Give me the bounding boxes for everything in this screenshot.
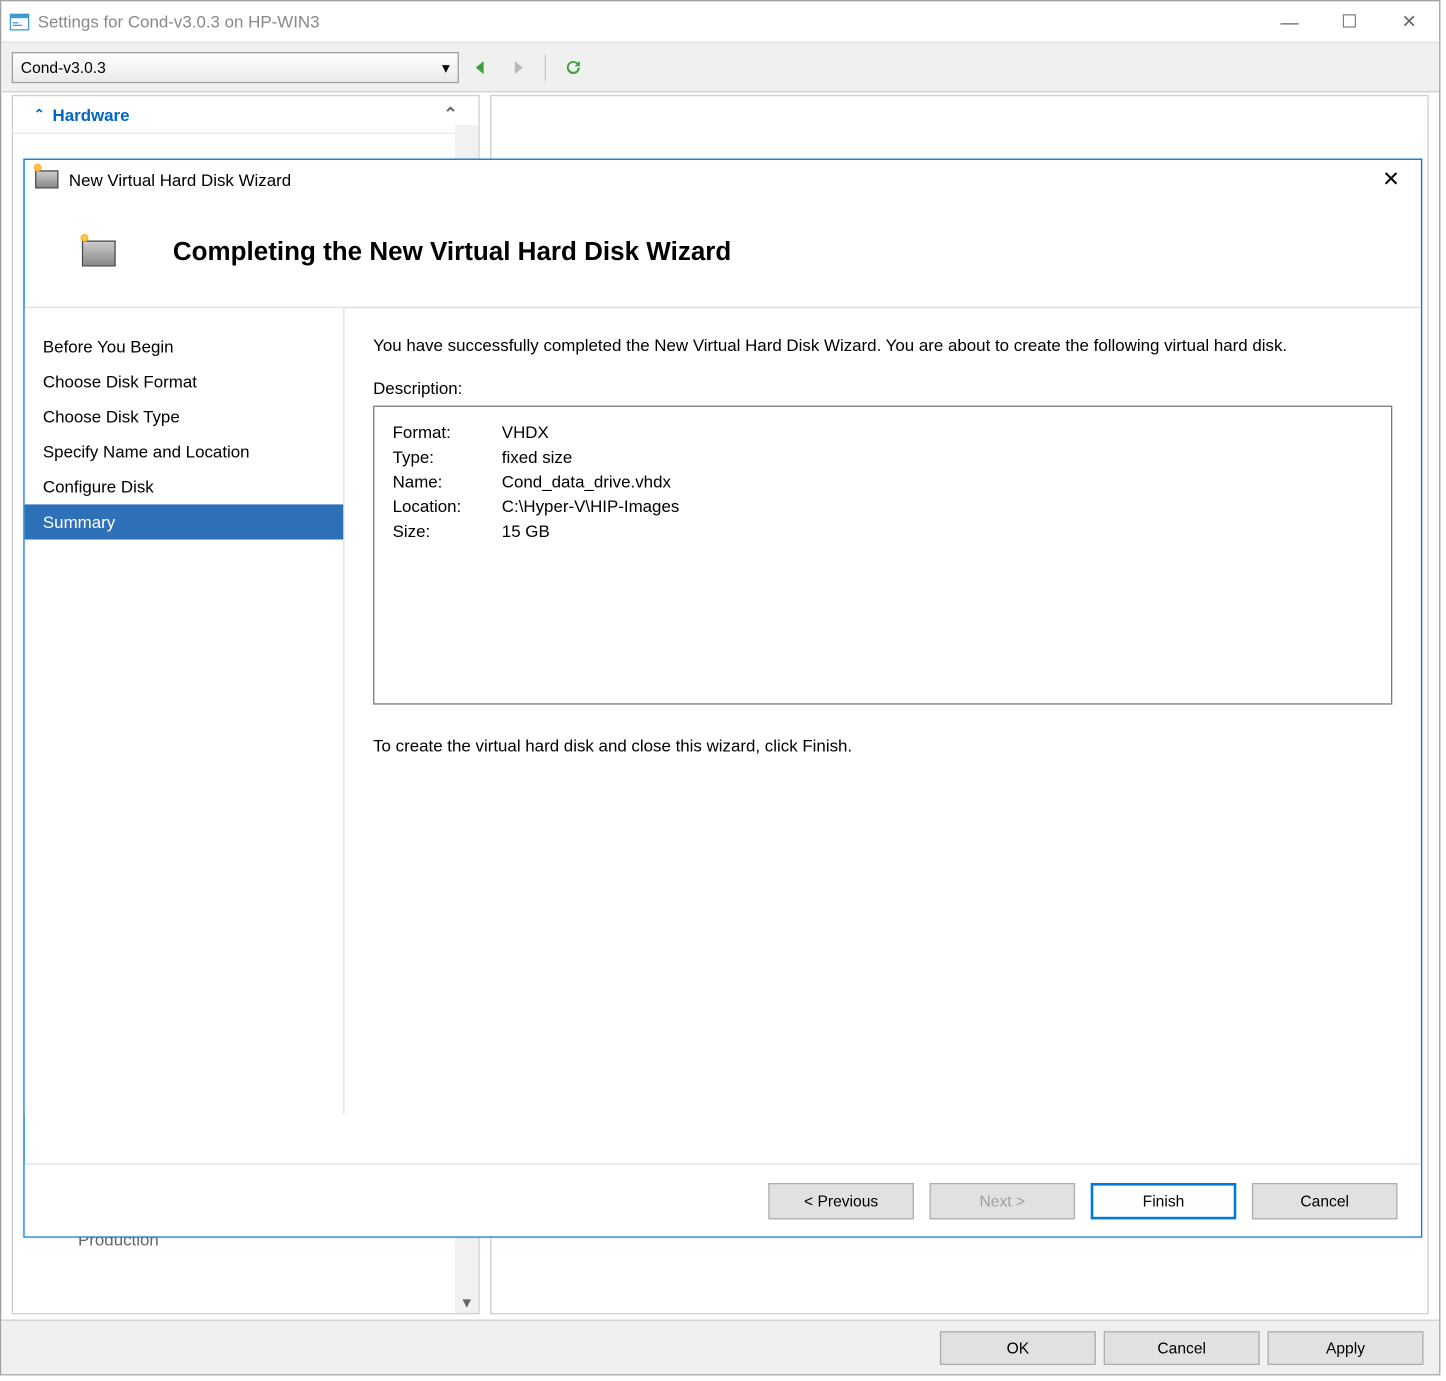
summary-format-row: Format: VHDX	[393, 420, 1373, 445]
summary-size-row: Size: 15 GB	[393, 519, 1373, 544]
wizard-outro-text: To create the virtual hard disk and clos…	[373, 736, 1392, 756]
expand-up-icon: ⌃	[34, 107, 45, 121]
summary-size-value: 15 GB	[502, 522, 550, 542]
previous-button[interactable]: < Previous	[768, 1182, 914, 1218]
ok-button[interactable]: OK	[940, 1331, 1096, 1365]
toolbar-divider	[545, 54, 546, 80]
wizard-header: Completing the New Virtual Hard Disk Wiz…	[25, 199, 1421, 308]
summary-location-label: Location:	[393, 497, 489, 517]
vhd-header-icon	[82, 240, 116, 266]
finish-button[interactable]: Finish	[1091, 1182, 1237, 1218]
apply-button[interactable]: Apply	[1268, 1331, 1424, 1365]
chevron-down-icon: ▾	[442, 58, 450, 76]
close-button[interactable]: ✕	[1379, 2, 1439, 41]
maximize-button[interactable]: ☐	[1320, 2, 1380, 41]
wizard-content: You have successfully completed the New …	[345, 308, 1421, 1114]
wizard-titlebar: New Virtual Hard Disk Wizard ✕	[25, 160, 1421, 199]
settings-titlebar: Settings for Cond-v3.0.3 on HP-WIN3 — ☐ …	[1, 1, 1439, 43]
vm-selector-dropdown[interactable]: Cond-v3.0.3 ▾	[12, 51, 459, 82]
summary-location-row: Location: C:\Hyper-V\HIP-Images	[393, 494, 1373, 519]
wizard-steps-list: Before You Begin Choose Disk Format Choo…	[25, 308, 345, 1114]
wizard-window-title: New Virtual Hard Disk Wizard	[69, 170, 291, 190]
nav-forward-button[interactable]	[503, 53, 532, 82]
summary-type-row: Type: fixed size	[393, 445, 1373, 470]
wizard-step-configure-disk[interactable]: Configure Disk	[25, 469, 343, 504]
nav-hardware-heading[interactable]: ⌃ Hardware ⌃	[13, 96, 478, 134]
wizard-step-specify-name-location[interactable]: Specify Name and Location	[25, 434, 343, 469]
next-button: Next >	[929, 1182, 1075, 1218]
wizard-step-choose-disk-format[interactable]: Choose Disk Format	[25, 364, 343, 399]
settings-footer: OK Cancel Apply	[1, 1320, 1439, 1375]
summary-name-value: Cond_data_drive.vhdx	[502, 472, 671, 492]
wizard-step-choose-disk-type[interactable]: Choose Disk Type	[25, 399, 343, 434]
wizard-header-title: Completing the New Virtual Hard Disk Wiz…	[173, 238, 731, 268]
wizard-step-before-you-begin[interactable]: Before You Begin	[25, 329, 343, 364]
summary-type-value: fixed size	[502, 447, 572, 467]
nav-hardware-label: Hardware	[53, 105, 130, 125]
vhd-icon	[35, 170, 58, 188]
vm-selector-value: Cond-v3.0.3	[21, 58, 106, 76]
summary-location-value: C:\Hyper-V\HIP-Images	[502, 497, 680, 517]
wizard-cancel-button[interactable]: Cancel	[1252, 1182, 1398, 1218]
summary-name-row: Name: Cond_data_drive.vhdx	[393, 470, 1373, 495]
wizard-body: Before You Begin Choose Disk Format Choo…	[25, 308, 1421, 1114]
collapse-icon: ⌃	[443, 104, 457, 125]
wizard-step-summary[interactable]: Summary	[25, 504, 343, 539]
summary-type-label: Type:	[393, 447, 489, 467]
summary-format-label: Format:	[393, 423, 489, 443]
nav-back-button[interactable]	[467, 53, 496, 82]
summary-size-label: Size:	[393, 522, 489, 542]
wizard-close-button[interactable]: ✕	[1361, 161, 1421, 197]
wizard-footer: < Previous Next > Finish Cancel	[25, 1164, 1421, 1237]
settings-app-icon	[9, 11, 30, 32]
description-label: Description:	[373, 379, 1392, 399]
summary-format-value: VHDX	[502, 423, 549, 443]
wizard-intro-text: You have successfully completed the New …	[373, 334, 1392, 358]
refresh-button[interactable]	[559, 53, 588, 82]
wizard-window: New Virtual Hard Disk Wizard ✕ Completin…	[23, 159, 1422, 1238]
settings-toolbar: Cond-v3.0.3 ▾	[1, 43, 1439, 92]
summary-description-box: Format: VHDX Type: fixed size Name: Cond…	[373, 406, 1392, 705]
minimize-button[interactable]: —	[1260, 2, 1320, 41]
settings-title: Settings for Cond-v3.0.3 on HP-WIN3	[38, 12, 320, 32]
summary-name-label: Name:	[393, 472, 489, 492]
cancel-button[interactable]: Cancel	[1104, 1331, 1260, 1365]
